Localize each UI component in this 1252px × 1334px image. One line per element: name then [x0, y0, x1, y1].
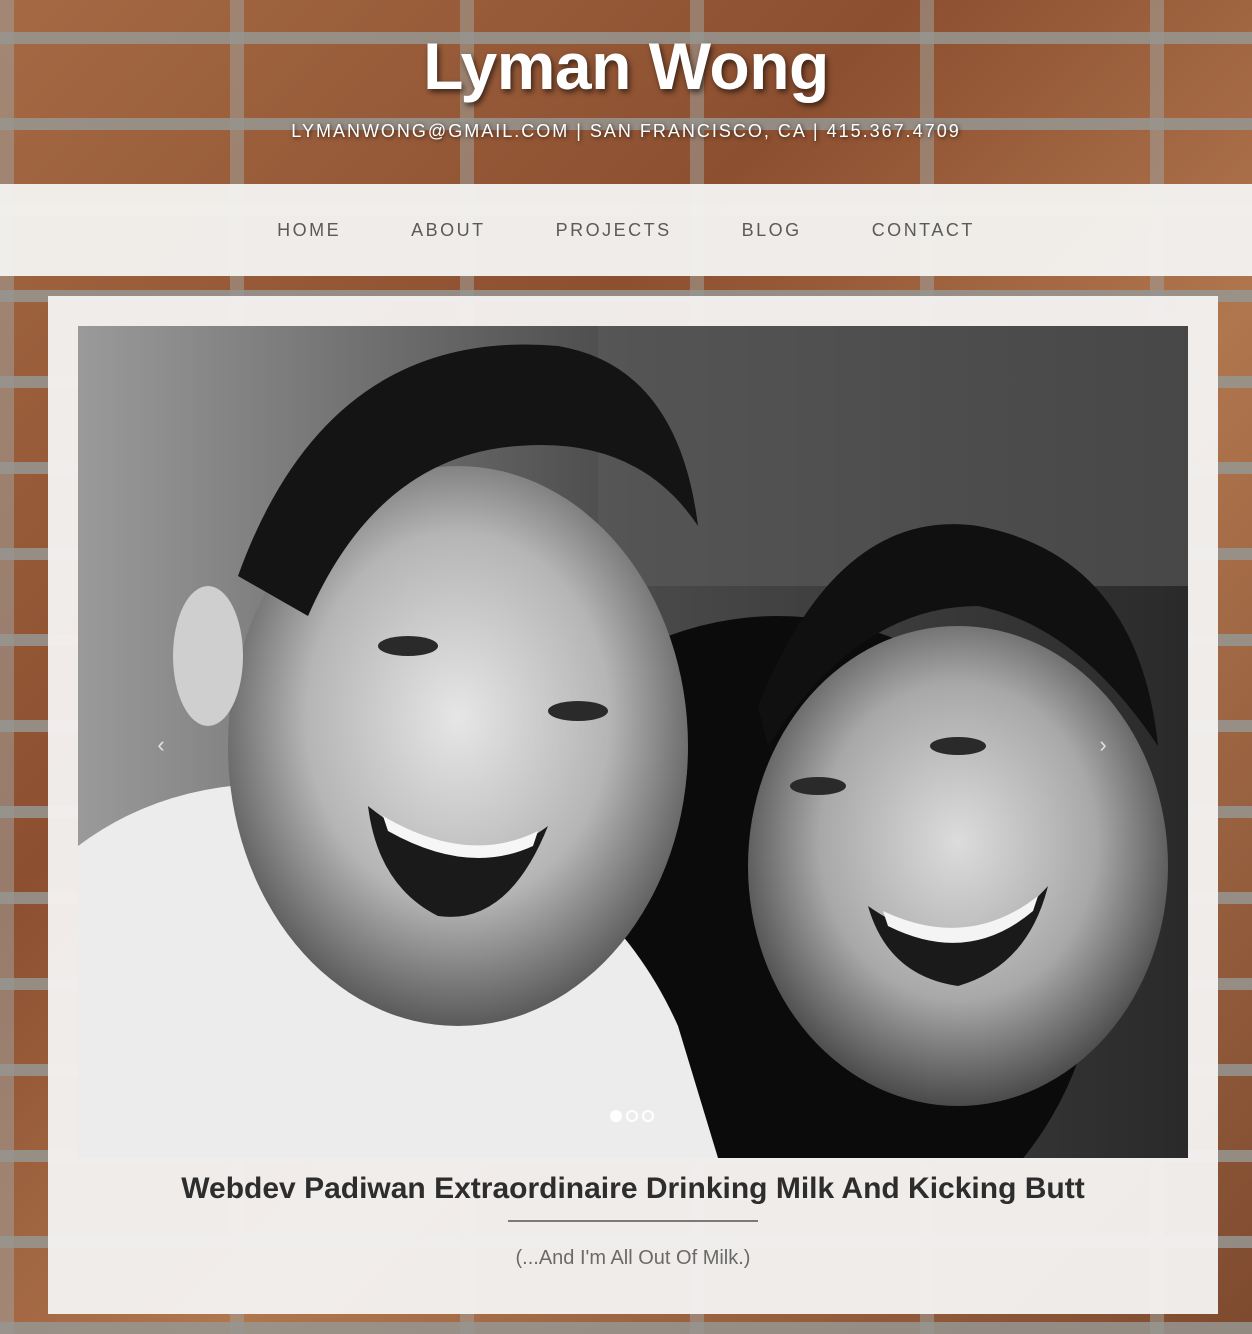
carousel-indicator-3[interactable] — [642, 1110, 654, 1122]
hero-subtitle: (...And I'm All Out Of Milk.) — [515, 1247, 751, 1269]
carousel-indicators — [610, 1110, 654, 1122]
site-header: Lyman Wong LYMANWONG@GMAIL.COM | SAN FRA… — [0, 0, 1252, 184]
hero-tagline: Webdev Padiwan Extraordinaire Drinking M… — [181, 1172, 1085, 1205]
carousel-indicator-1[interactable] — [610, 1110, 622, 1122]
main-nav: HOME ABOUT PROJECTS BLOG CONTACT — [0, 184, 1252, 276]
hero-card: ‹ › Webdev Padiwan Extraordinaire Drinki… — [48, 296, 1218, 1314]
hero-photo — [78, 326, 1188, 1158]
contact-info: LYMANWONG@GMAIL.COM | SAN FRANCISCO, CA … — [291, 121, 961, 141]
nav-item-home[interactable]: HOME — [277, 220, 341, 241]
nav-item-about[interactable]: ABOUT — [411, 220, 486, 241]
nav-item-blog[interactable]: BLOG — [742, 220, 802, 241]
nav-item-projects[interactable]: PROJECTS — [556, 220, 672, 241]
divider — [508, 1220, 758, 1222]
nav-item-contact[interactable]: CONTACT — [872, 220, 975, 241]
carousel-next-arrow-icon[interactable]: › — [1091, 730, 1115, 760]
photo-carousel[interactable]: ‹ › — [78, 326, 1188, 1158]
carousel-indicator-2[interactable] — [626, 1110, 638, 1122]
site-title[interactable]: Lyman Wong — [0, 28, 1252, 104]
carousel-prev-arrow-icon[interactable]: ‹ — [149, 730, 173, 760]
